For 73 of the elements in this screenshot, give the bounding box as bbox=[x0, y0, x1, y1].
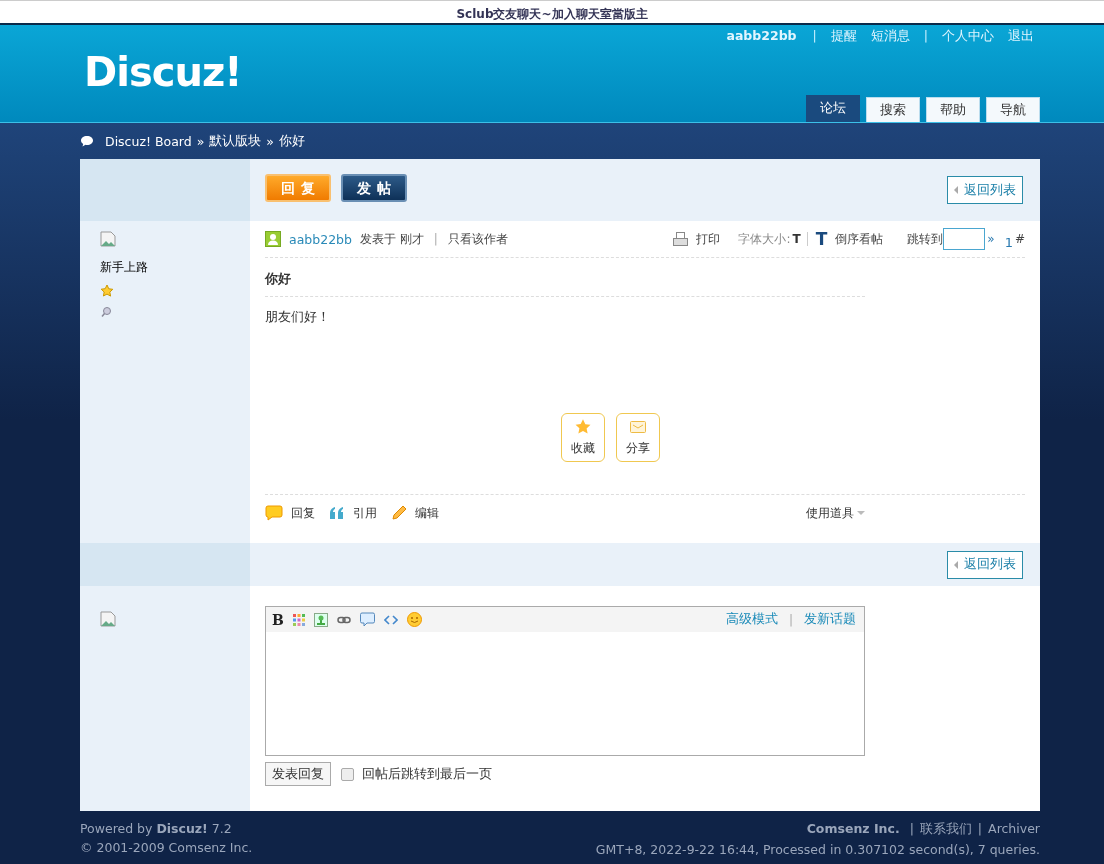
speech-bubble-icon[interactable] bbox=[359, 612, 375, 627]
nav-tab[interactable]: 帮助 bbox=[926, 97, 980, 122]
speech-bubble-icon bbox=[265, 505, 283, 521]
advanced-mode-link[interactable]: 高级模式 bbox=[725, 611, 778, 628]
broken-image-icon bbox=[100, 611, 116, 627]
nav-tab[interactable]: 搜索 bbox=[866, 97, 920, 122]
share-button[interactable]: 收藏 bbox=[560, 413, 605, 462]
printer-icon bbox=[673, 231, 689, 247]
share-button[interactable]: 分享 bbox=[615, 413, 660, 462]
breadcrumb-link[interactable]: 默认版块 bbox=[209, 132, 262, 150]
post-action-link[interactable]: 引用 bbox=[353, 504, 377, 522]
code-icon[interactable] bbox=[383, 614, 398, 625]
banner-text[interactable]: Sclub交友聊天~加入聊天室當版主 bbox=[456, 7, 648, 21]
quote-icon bbox=[329, 506, 345, 520]
powered-by-text: Powered by Discuz! 7.2 bbox=[80, 821, 233, 836]
user-rank: 新手上路 bbox=[100, 259, 148, 276]
only-author-link[interactable]: 只看该作者 bbox=[447, 230, 508, 248]
image-icon[interactable] bbox=[313, 612, 328, 627]
post-action-button[interactable]: 发帖 bbox=[341, 174, 407, 202]
nav-tab[interactable]: 论坛 bbox=[806, 95, 860, 122]
post-body: 朋友们好！ bbox=[265, 308, 331, 326]
back-to-list-link[interactable]: 返回列表 bbox=[947, 550, 1023, 579]
separator: | bbox=[909, 821, 914, 838]
post-action-link[interactable]: 编辑 bbox=[415, 504, 439, 522]
floor-number[interactable]: 1 bbox=[1004, 234, 1013, 250]
post-title: 你好 bbox=[265, 271, 291, 286]
small-font-button[interactable]: T bbox=[792, 232, 808, 246]
reply-editor[interactable]: B 高级模式 | 发新话题 bbox=[265, 606, 865, 756]
smiley-icon[interactable] bbox=[406, 612, 422, 627]
footer-link[interactable]: 联系我们 bbox=[919, 821, 972, 838]
color-grid-icon[interactable] bbox=[292, 613, 305, 626]
breadcrumb-separator: » bbox=[196, 133, 205, 149]
large-font-button[interactable]: T bbox=[815, 229, 828, 249]
page-stats: GMT+8, 2022-9-22 16:44, Processed in 0.307102 second(s), 7 queries. bbox=[595, 842, 1040, 857]
breadcrumb-link[interactable]: 你好 bbox=[279, 132, 305, 150]
separator: | bbox=[923, 28, 928, 45]
separator: | bbox=[433, 232, 438, 246]
print-link[interactable]: 打印 bbox=[696, 230, 721, 248]
bold-button[interactable]: B bbox=[272, 611, 284, 628]
post-time: 发表于 刚才 bbox=[359, 230, 424, 248]
font-size-label: 字体大小: bbox=[738, 230, 791, 248]
jump-label: 跳转到 bbox=[907, 230, 944, 248]
caret-icon bbox=[857, 511, 865, 515]
envelope-icon bbox=[628, 418, 647, 436]
submit-reply-button[interactable]: 发表回复 bbox=[265, 762, 331, 786]
author-link[interactable]: aabb22bb bbox=[289, 231, 352, 247]
reverse-order-link[interactable]: 倒序看帖 bbox=[835, 230, 884, 248]
post-action-link[interactable]: 回复 bbox=[291, 504, 315, 522]
separator: | bbox=[788, 612, 793, 627]
separator: | bbox=[812, 28, 817, 45]
broken-image-icon bbox=[100, 231, 116, 247]
go-link[interactable]: » bbox=[987, 232, 995, 246]
floor-input[interactable] bbox=[943, 228, 986, 250]
magnifier-icon bbox=[100, 306, 112, 318]
copyright-text: © 2001-2009 Comsenz Inc. bbox=[80, 840, 253, 855]
footer-link[interactable]: Archiver bbox=[988, 821, 1040, 838]
user-icon bbox=[265, 231, 281, 247]
link-icon[interactable] bbox=[336, 614, 351, 625]
checkbox-label: 回帖后跳转到最后一页 bbox=[362, 765, 492, 783]
star-icon bbox=[100, 284, 114, 298]
star-icon bbox=[573, 418, 592, 436]
breadcrumb-link[interactable]: Discuz! Board bbox=[105, 133, 192, 149]
separator: | bbox=[977, 821, 983, 838]
nav-tab[interactable]: 导航 bbox=[986, 97, 1040, 122]
tools-menu[interactable]: 使用道具 bbox=[806, 504, 865, 522]
new-topic-link[interactable]: 发新话题 bbox=[804, 611, 856, 628]
pencil-icon bbox=[391, 505, 407, 521]
floor-mark: # bbox=[1014, 232, 1025, 246]
speech-bubble-icon bbox=[80, 135, 94, 147]
breadcrumb-separator: » bbox=[266, 133, 274, 149]
back-to-list-link[interactable]: 返回列表 bbox=[947, 176, 1023, 204]
company-link[interactable]: Comsenz Inc. bbox=[806, 821, 900, 838]
checkbox[interactable] bbox=[341, 767, 354, 781]
